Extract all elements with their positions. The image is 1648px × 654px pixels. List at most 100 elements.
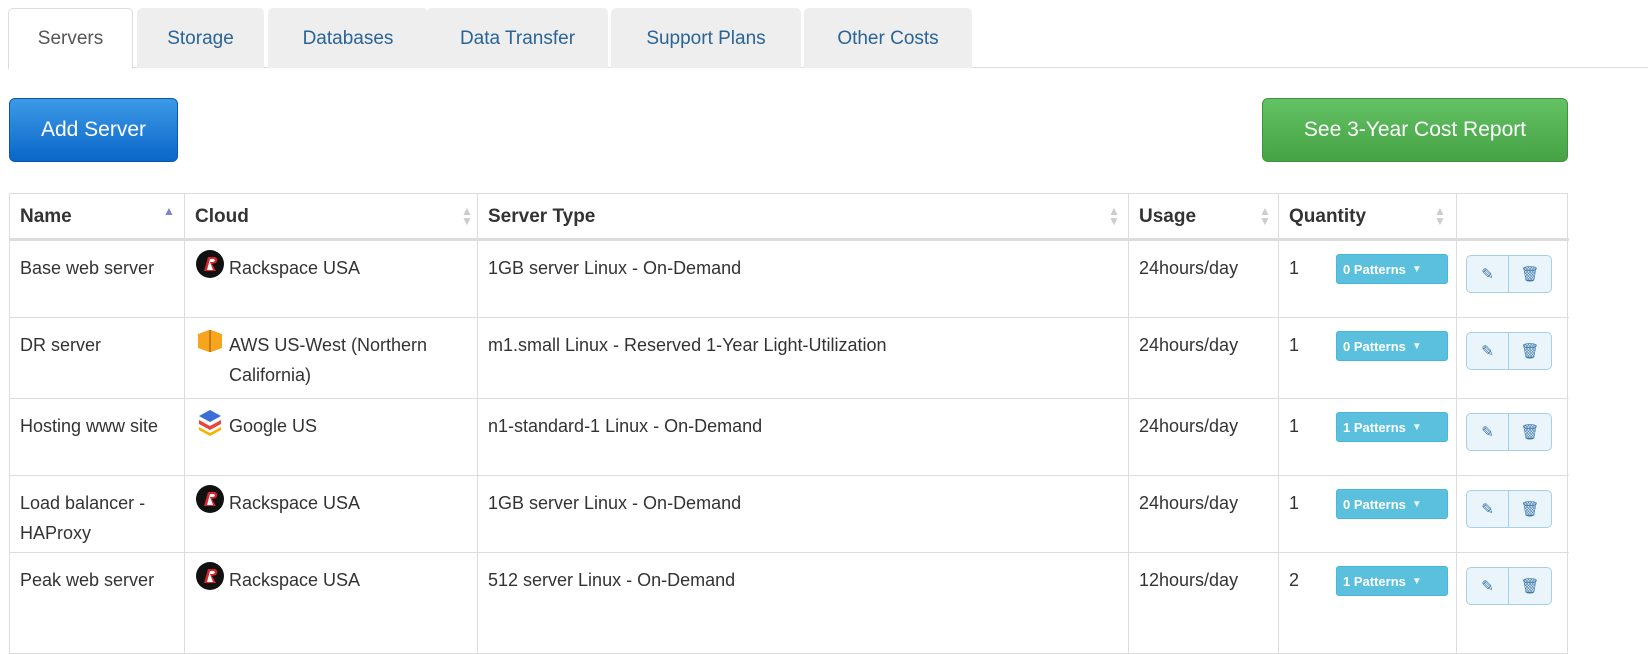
pencil-icon: ✎ — [1481, 266, 1494, 283]
patterns-dropdown[interactable]: 1 Patterns ▼ — [1336, 566, 1448, 596]
server-name: Load balancer - HAProxy — [20, 493, 146, 543]
usage: 12hours/day — [1139, 570, 1239, 590]
rackspace-icon — [196, 562, 224, 590]
cell-cloud: Rackspace USA — [184, 241, 477, 317]
sort-ascending-icon: ▲ — [163, 204, 175, 218]
column-label: Server Type — [488, 206, 596, 227]
server-name: DR server — [20, 335, 102, 355]
delete-button[interactable]: 🗑 — [1509, 332, 1552, 370]
patterns-label: 1 Patterns — [1343, 573, 1406, 589]
delete-button[interactable]: 🗑 — [1509, 490, 1552, 528]
server-name: Hosting www site — [20, 416, 159, 436]
delete-button[interactable]: 🗑 — [1509, 567, 1552, 605]
cell-server-type: n1-standard-1 Linux - On-Demand — [477, 399, 1128, 475]
cell-cloud: Rackspace USA — [184, 553, 477, 654]
cell-name: Hosting www site — [10, 399, 184, 475]
cell-actions: ✎ 🗑 — [1456, 476, 1569, 552]
cloud-name: Rackspace USA — [229, 258, 361, 278]
cell-name: Base web server — [10, 241, 184, 317]
table-header: Name ▲ Cloud ▲ ▼ Server Type ▲ ▼ Usage ▲ ▼ … — [10, 194, 1569, 240]
cloud-name: Rackspace USA — [229, 570, 361, 590]
delete-button[interactable]: 🗑 — [1509, 413, 1552, 451]
cell-cloud: Google US — [184, 399, 477, 475]
tab-support-plans[interactable]: Support Plans — [611, 8, 801, 68]
cell-quantity: 1 0 Patterns ▼ — [1278, 318, 1456, 398]
add-server-button[interactable]: Add Server — [9, 98, 178, 162]
cell-server-type: 1GB server Linux - On-Demand — [477, 476, 1128, 552]
cell-server-type: 512 server Linux - On-Demand — [477, 553, 1128, 654]
quantity: 1 — [1289, 335, 1300, 355]
sort-icon: ▲ ▼ — [461, 204, 473, 228]
patterns-dropdown[interactable]: 0 Patterns ▼ — [1336, 489, 1448, 519]
rackspace-icon — [196, 485, 224, 513]
edit-button[interactable]: ✎ — [1466, 413, 1509, 451]
sort-icon: ▲ ▼ — [1108, 204, 1120, 228]
usage: 24hours/day — [1139, 493, 1239, 513]
edit-button[interactable]: ✎ — [1466, 490, 1509, 528]
patterns-label: 0 Patterns — [1343, 338, 1406, 354]
column-header-actions — [1456, 194, 1569, 240]
column-header-name[interactable]: Name ▲ — [10, 194, 184, 240]
edit-button[interactable]: ✎ — [1466, 332, 1509, 370]
cell-quantity: 1 0 Patterns ▼ — [1278, 241, 1456, 317]
cloud-name: AWS US-West (Northern California) — [229, 335, 428, 385]
quantity: 1 — [1289, 493, 1300, 513]
cell-server-type: 1GB server Linux - On-Demand — [477, 241, 1128, 317]
google-cloud-icon — [199, 410, 221, 436]
table-row: Base web server Rackspace USA 1GB server… — [10, 240, 1569, 317]
server-type: 512 server Linux - On-Demand — [488, 570, 736, 590]
patterns-dropdown[interactable]: 0 Patterns ▼ — [1336, 254, 1448, 284]
delete-button[interactable]: 🗑 — [1509, 255, 1552, 293]
edit-button[interactable]: ✎ — [1466, 255, 1509, 293]
usage: 24hours/day — [1139, 335, 1239, 355]
column-label: Name — [20, 206, 72, 227]
cell-usage: 24hours/day — [1128, 318, 1278, 398]
server-type: 1GB server Linux - On-Demand — [488, 493, 742, 513]
caret-down-icon: ▼ — [1411, 421, 1422, 433]
column-header-quantity[interactable]: Quantity ▲ ▼ — [1278, 194, 1456, 240]
usage: 24hours/day — [1139, 416, 1239, 436]
cell-name: Peak web server — [10, 553, 184, 654]
cloud-name: Google US — [229, 416, 318, 436]
cell-actions: ✎ 🗑 — [1456, 553, 1569, 654]
tab-other-costs[interactable]: Other Costs — [804, 8, 972, 68]
table-row: Hosting www site Google US n1-standard-1… — [10, 398, 1569, 475]
pencil-icon: ✎ — [1481, 501, 1494, 518]
cell-usage: 24hours/day — [1128, 476, 1278, 552]
cell-name: DR server — [10, 318, 184, 398]
cell-usage: 12hours/day — [1128, 553, 1278, 654]
usage: 24hours/day — [1139, 258, 1239, 278]
tab-servers[interactable]: Servers — [8, 8, 133, 69]
tab-bar: Servers Storage Databases Data Transfer … — [8, 8, 1648, 69]
table-row: DR server AWS US-West (Northern Californ… — [10, 317, 1569, 398]
rackspace-icon — [196, 250, 224, 278]
quantity: 2 — [1289, 570, 1300, 590]
cell-server-type: m1.small Linux - Reserved 1-Year Light-U… — [477, 318, 1128, 398]
cost-report-button[interactable]: See 3-Year Cost Report — [1262, 98, 1568, 162]
cell-actions: ✎ 🗑 — [1456, 318, 1569, 398]
patterns-dropdown[interactable]: 0 Patterns ▼ — [1336, 331, 1448, 361]
caret-down-icon: ▼ — [1411, 263, 1422, 275]
edit-button[interactable]: ✎ — [1466, 567, 1509, 605]
patterns-dropdown[interactable]: 1 Patterns ▼ — [1336, 412, 1448, 442]
tab-storage[interactable]: Storage — [137, 8, 264, 68]
aws-icon — [198, 330, 222, 352]
cell-usage: 24hours/day — [1128, 241, 1278, 317]
cloud-name: Rackspace USA — [229, 493, 361, 513]
tab-databases[interactable]: Databases — [268, 8, 428, 68]
server-type: n1-standard-1 Linux - On-Demand — [488, 416, 763, 436]
trash-icon: 🗑 — [1520, 266, 1540, 283]
cell-cloud: AWS US-West (Northern California) — [184, 318, 477, 398]
caret-down-icon: ▼ — [1411, 575, 1422, 587]
column-header-usage[interactable]: Usage ▲ ▼ — [1128, 194, 1278, 240]
server-type: 1GB server Linux - On-Demand — [488, 258, 742, 278]
tab-data-transfer[interactable]: Data Transfer — [427, 8, 608, 68]
server-name: Peak web server — [20, 570, 155, 590]
column-header-cloud[interactable]: Cloud ▲ ▼ — [184, 194, 477, 240]
column-header-server-type[interactable]: Server Type ▲ ▼ — [477, 194, 1128, 240]
pencil-icon: ✎ — [1481, 578, 1494, 595]
quantity: 1 — [1289, 258, 1300, 278]
cell-actions: ✎ 🗑 — [1456, 399, 1569, 475]
column-label: Usage — [1139, 206, 1197, 227]
sort-icon: ▲ ▼ — [1259, 204, 1271, 228]
